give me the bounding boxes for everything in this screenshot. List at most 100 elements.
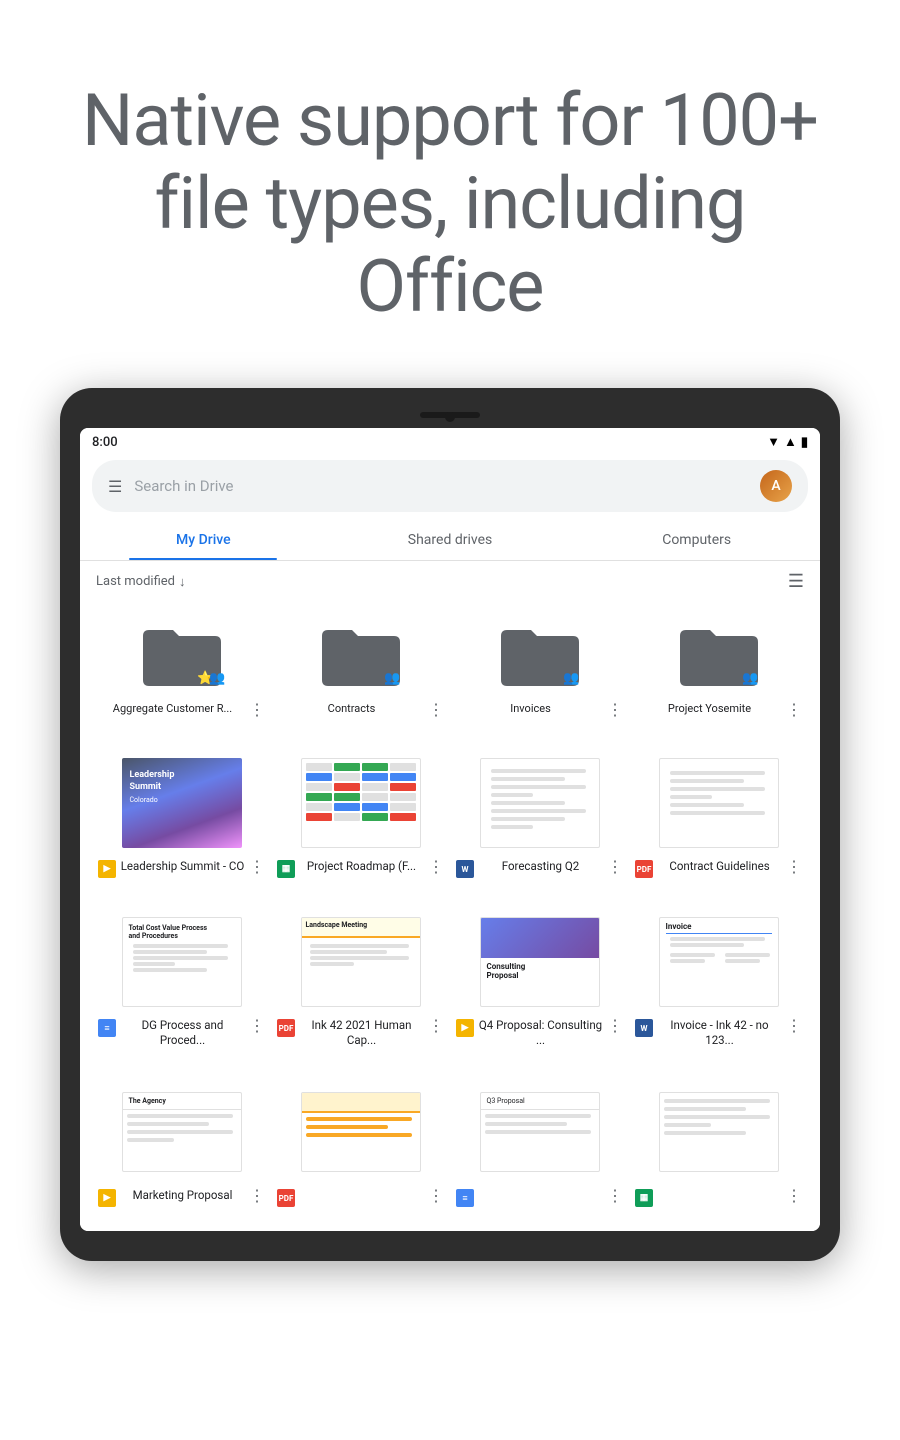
file-item[interactable]: ▦ ⋮ <box>629 1072 808 1215</box>
file-name: Contract Guidelines <box>655 859 784 874</box>
tablet-camera <box>445 412 455 422</box>
folder-thumb: ⭐ 👥 <box>132 616 232 696</box>
file-thumb: Total Cost Value Processand Procedures <box>117 912 247 1012</box>
word-icon: W <box>456 860 474 878</box>
sort-label[interactable]: Last modified ↓ <box>96 574 186 590</box>
forecasting-preview <box>480 758 600 848</box>
file-thumb: The Agency <box>117 1082 247 1182</box>
tablet-top-bar <box>80 412 820 418</box>
file-more-icon[interactable]: ⋮ <box>786 1186 802 1205</box>
menu-icon[interactable]: ☰ <box>108 477 122 496</box>
search-bar-container: ☰ Search in Drive A <box>80 454 820 520</box>
file-name-row: ▶ Q4 Proposal: Consulting ... ⋮ <box>456 1018 623 1048</box>
tab-computers[interactable]: Computers <box>573 520 820 560</box>
file-name: Project Roadmap (F... <box>297 859 426 874</box>
folder-more-icon[interactable]: ⋮ <box>607 700 623 719</box>
file-item[interactable]: PDF ⋮ <box>271 1072 450 1215</box>
files-row1-grid: LeadershipSummit Colorado ▶ Leadership S… <box>80 735 820 894</box>
slides-icon: ▶ <box>456 1019 474 1037</box>
file-more-icon[interactable]: ⋮ <box>428 857 444 876</box>
file-item[interactable]: Landscape Meeting PDF Ink 42 2021 Human … <box>271 902 450 1056</box>
file-name-row: Aggregate Customer R... ⋮ <box>98 702 265 719</box>
file-item[interactable]: PDF Contract Guidelines ⋮ <box>629 743 808 886</box>
files-row3-grid: The Agency ▶ Marketing Proposal ⋮ <box>80 1064 820 1231</box>
list-view-icon[interactable]: ☰ <box>788 571 804 592</box>
search-bar[interactable]: ☰ Search in Drive A <box>92 460 808 512</box>
file-name: Leadership Summit - CO <box>118 859 247 874</box>
file-more-icon[interactable]: ⋮ <box>607 1016 623 1035</box>
file-name-row: Invoices ⋮ <box>456 702 623 719</box>
file-more-icon[interactable]: ⋮ <box>249 1016 265 1035</box>
pdf-icon: PDF <box>277 1019 295 1037</box>
file-item[interactable]: Q3 Proposal ≡ ⋮ <box>450 1072 629 1215</box>
slides-icon: ▶ <box>98 860 116 878</box>
folder-more-icon[interactable]: ⋮ <box>786 700 802 719</box>
file-more-icon[interactable]: ⋮ <box>786 857 802 876</box>
file-more-icon[interactable]: ⋮ <box>607 857 623 876</box>
file-name-row: PDF Contract Guidelines ⋮ <box>635 859 802 878</box>
file-more-icon[interactable]: ⋮ <box>428 1016 444 1035</box>
doc-preview: Q3 Proposal <box>480 1092 600 1172</box>
file-name-row: PDF ⋮ <box>277 1188 444 1207</box>
tabs-container: My Drive Shared drives Computers <box>80 520 820 561</box>
folder-name: Project Yosemite <box>635 702 784 716</box>
hero-section: Native support for 100+ file types, incl… <box>0 0 900 388</box>
file-item[interactable]: ▦ Project Roadmap (F... ⋮ <box>271 743 450 886</box>
leadership-subtitle: Colorado <box>130 796 175 804</box>
file-item[interactable]: The Agency ▶ Marketing Proposal ⋮ <box>92 1072 271 1215</box>
file-item[interactable]: Total Cost Value Processand Procedures ≡… <box>92 902 271 1056</box>
file-name-row: ≡ ⋮ <box>456 1188 623 1207</box>
status-time: 8:00 <box>92 435 118 450</box>
file-thumb <box>475 753 605 853</box>
avatar[interactable]: A <box>760 470 792 502</box>
file-name-row: ≡ DG Process and Proced... ⋮ <box>98 1018 265 1048</box>
file-thumb <box>296 1082 426 1182</box>
doc-preview <box>301 1092 421 1172</box>
wifi-icon: ▼ <box>767 434 780 450</box>
file-item[interactable]: W Forecasting Q2 ⋮ <box>450 743 629 886</box>
folder-item[interactable]: 👥 Project Yosemite ⋮ <box>629 606 808 727</box>
search-placeholder: Search in Drive <box>134 477 748 495</box>
file-thumb <box>654 1082 784 1182</box>
folder-thumb: 👥 <box>490 616 590 696</box>
tab-my-drive[interactable]: My Drive <box>80 520 327 560</box>
folder-item[interactable]: ⭐ 👥 Aggregate Customer R... ⋮ <box>92 606 271 727</box>
file-thumb: Q3 Proposal <box>475 1082 605 1182</box>
folder-more-icon[interactable]: ⋮ <box>428 700 444 719</box>
folder-name: Invoices <box>456 702 605 716</box>
folder-item[interactable]: 👥 Invoices ⋮ <box>450 606 629 727</box>
file-item[interactable]: ConsultingProposal ▶ Q4 Proposal: Consul… <box>450 902 629 1056</box>
file-more-icon[interactable]: ⋮ <box>786 1016 802 1035</box>
status-bar: 8:00 ▼ ▲ ▮ <box>80 428 820 454</box>
file-name-row: ▦ Project Roadmap (F... ⋮ <box>277 859 444 878</box>
file-more-icon[interactable]: ⋮ <box>607 1186 623 1205</box>
file-more-icon[interactable]: ⋮ <box>249 857 265 876</box>
file-name-row: Project Yosemite ⋮ <box>635 702 802 719</box>
tab-shared-drives[interactable]: Shared drives <box>327 520 574 560</box>
doc-preview <box>659 1092 779 1172</box>
sheets-icon: ▦ <box>277 860 295 878</box>
file-name: Q4 Proposal: Consulting ... <box>476 1018 605 1048</box>
status-icons: ▼ ▲ ▮ <box>767 434 808 450</box>
svg-text:👥: 👥 <box>384 670 400 685</box>
contract-preview <box>659 758 779 848</box>
consulting-img <box>481 918 599 958</box>
folder-name: Contracts <box>277 702 426 716</box>
folder-more-icon[interactable]: ⋮ <box>249 700 265 719</box>
doc-preview: The Agency <box>122 1092 242 1172</box>
file-name-row: ▶ Marketing Proposal ⋮ <box>98 1188 265 1207</box>
ink42-preview: Landscape Meeting <box>301 917 421 1007</box>
file-more-icon[interactable]: ⋮ <box>428 1186 444 1205</box>
file-thumb: Invoice <box>654 912 784 1012</box>
svg-text:👥: 👥 <box>209 670 225 685</box>
pdf-icon: PDF <box>277 1189 295 1207</box>
consulting-text: ConsultingProposal <box>481 958 599 984</box>
file-more-icon[interactable]: ⋮ <box>249 1186 265 1205</box>
signal-icon: ▲ <box>784 434 797 450</box>
tablet-screen: 8:00 ▼ ▲ ▮ ☰ Search in Drive A My Drive … <box>80 428 820 1231</box>
leadership-preview: LeadershipSummit Colorado <box>122 758 242 848</box>
file-item[interactable]: LeadershipSummit Colorado ▶ Leadership S… <box>92 743 271 886</box>
folder-item[interactable]: 👥 Contracts ⋮ <box>271 606 450 727</box>
folders-grid: ⭐ 👥 Aggregate Customer R... ⋮ 👥 <box>80 598 820 735</box>
file-item[interactable]: Invoice <box>629 902 808 1056</box>
